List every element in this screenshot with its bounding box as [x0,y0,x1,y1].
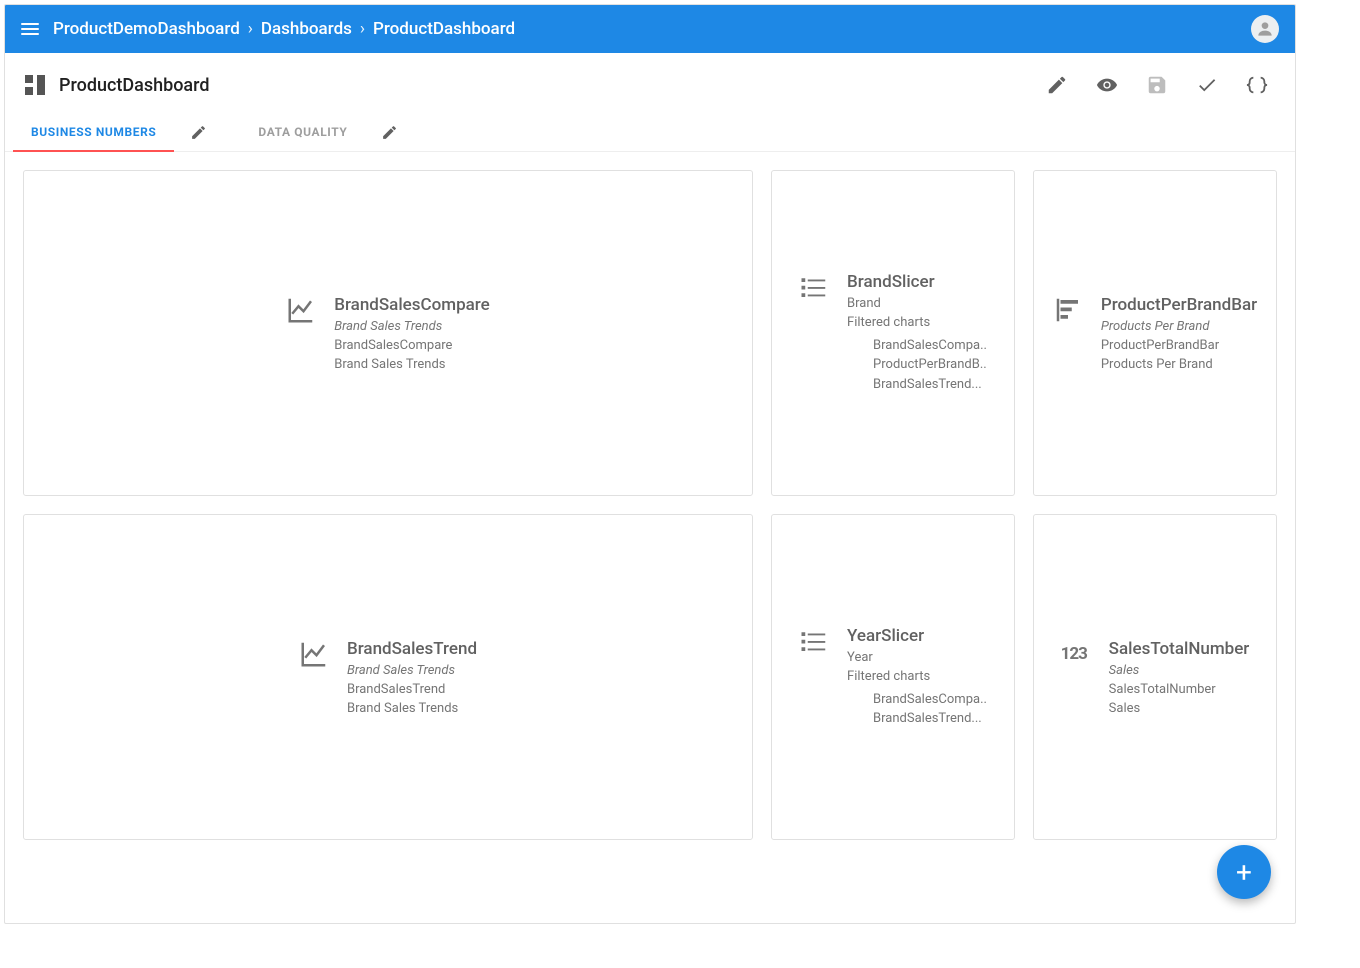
bar-chart-icon [1053,295,1083,325]
tile-title: BrandSlicer [847,272,987,292]
tile-line: Products Per Brand [1101,357,1257,372]
dashboard-grid: BrandSalesCompare Brand Sales Trends Bra… [5,152,1295,923]
tile-title: BrandSalesTrend [347,639,477,659]
tile-title: YearSlicer [847,626,987,646]
tile-subtitle: Brand Sales Trends [347,663,477,678]
tile-line: Year [847,650,987,665]
tab-bar: Business Numbers Data Quality [5,103,1295,152]
breadcrumb-item[interactable]: Dashboards [261,19,352,39]
tile-line: Brand Sales Trends [334,357,490,372]
tile-title: ProductPerBrandBar [1101,295,1257,315]
tile-filtered-label: Filtered charts [847,669,987,684]
app-bar: ProductDemoDashboard › Dashboards › Prod… [5,5,1295,53]
menu-icon[interactable] [21,23,39,35]
list-item: BrandSalesTrend... [873,709,987,729]
preview-button[interactable] [1089,67,1125,103]
line-chart-icon [299,639,329,669]
tile-line: Brand Sales Trends [347,701,477,716]
tile-brand-sales-trend[interactable]: BrandSalesTrend Brand Sales Trends Brand… [23,514,753,840]
tile-subtitle: Brand Sales Trends [334,319,490,334]
dashboard-icon [25,75,45,95]
tile-year-slicer[interactable]: YearSlicer Year Filtered charts BrandSal… [771,514,1015,840]
add-button[interactable]: + [1217,845,1271,899]
breadcrumb-item[interactable]: ProductDashboard [373,19,515,39]
edit-button[interactable] [1039,67,1075,103]
page-header: ProductDashboard [5,53,1295,103]
tile-line: Sales [1109,701,1250,716]
tile-title: SalesTotalNumber [1109,639,1250,659]
done-button[interactable] [1189,67,1225,103]
tile-subtitle: Products Per Brand [1101,319,1257,334]
breadcrumb-item[interactable]: ProductDemoDashboard [53,19,240,39]
tile-line: ProductPerBrandBar [1101,338,1257,353]
tile-subtitle: Sales [1109,663,1250,678]
number-icon: 123 [1061,639,1091,669]
slicer-icon [799,626,829,656]
avatar[interactable] [1251,15,1279,43]
list-item: BrandSalesCompa.. [873,336,987,356]
tile-brand-slicer[interactable]: BrandSlicer Brand Filtered charts BrandS… [771,170,1015,496]
breadcrumb: ProductDemoDashboard › Dashboards › Prod… [53,19,515,39]
tile-product-per-brand-bar[interactable]: ProductPerBrandBar Products Per Brand Pr… [1033,170,1277,496]
save-button [1139,67,1175,103]
chevron-right-icon: › [360,19,365,39]
filtered-chart-list: BrandSalesCompa.. BrandSalesTrend... [873,690,987,729]
edit-tab-button[interactable] [371,114,407,150]
tab-business-numbers[interactable]: Business Numbers [13,113,174,151]
code-button[interactable] [1239,67,1275,103]
tile-line: Brand [847,296,987,311]
tile-line: BrandSalesTrend [347,682,477,697]
list-item: ProductPerBrandB.. [873,355,987,375]
line-chart-icon [286,295,316,325]
slicer-icon [799,272,829,302]
tile-title: BrandSalesCompare [334,295,490,315]
tile-line: BrandSalesCompare [334,338,490,353]
chevron-right-icon: › [248,19,253,39]
tile-filtered-label: Filtered charts [847,315,987,330]
tile-sales-total-number[interactable]: 123 SalesTotalNumber Sales SalesTotalNum… [1033,514,1277,840]
tab-data-quality[interactable]: Data Quality [240,113,365,151]
tile-line: SalesTotalNumber [1109,682,1250,697]
list-item: BrandSalesTrend... [873,375,987,395]
tile-brand-sales-compare[interactable]: BrandSalesCompare Brand Sales Trends Bra… [23,170,753,496]
page-title: ProductDashboard [59,75,209,96]
filtered-chart-list: BrandSalesCompa.. ProductPerBrandB.. Bra… [873,336,987,395]
list-item: BrandSalesCompa.. [873,690,987,710]
edit-tab-button[interactable] [180,114,216,150]
